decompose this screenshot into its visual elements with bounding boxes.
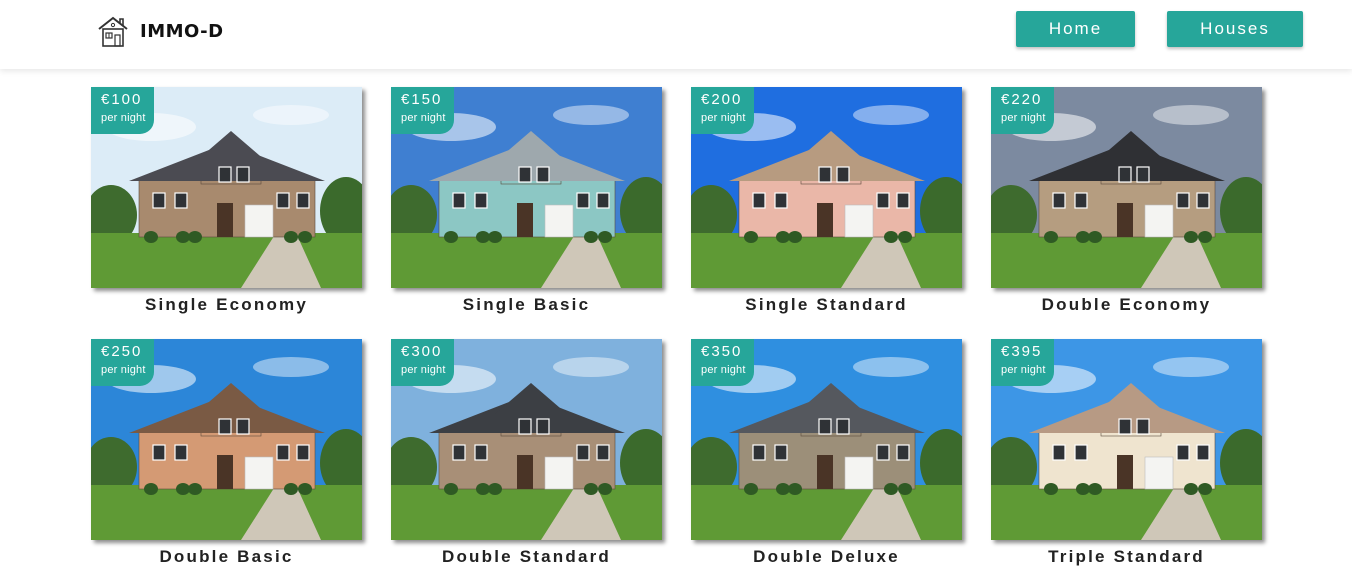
house-card-double-standard[interactable]: €300 per night Double Standard <box>391 339 662 579</box>
house-title[interactable]: Double Standard <box>391 547 662 567</box>
houses-button[interactable]: Houses <box>1167 11 1303 47</box>
price-unit: per night <box>401 112 446 124</box>
price-unit: per night <box>701 364 746 376</box>
house-card-double-basic[interactable]: €250 per night Double Basic <box>91 339 362 579</box>
price-amount: €350 <box>701 343 743 360</box>
price-amount: €220 <box>1001 91 1043 108</box>
price-amount: €200 <box>701 91 743 108</box>
price-unit: per night <box>1001 364 1046 376</box>
home-button[interactable]: Home <box>1016 11 1135 47</box>
price-badge: €200 per night <box>691 87 754 134</box>
price-badge: €220 per night <box>991 87 1054 134</box>
price-badge: €100 per night <box>91 87 154 134</box>
house-title[interactable]: Double Basic <box>91 547 362 567</box>
brand-name: IMMO-D <box>140 20 224 42</box>
house-card-single-basic[interactable]: €150 per night Single Basic <box>391 87 662 327</box>
price-unit: per night <box>701 112 746 124</box>
house-card-double-deluxe[interactable]: €350 per night Double Deluxe <box>691 339 962 579</box>
price-amount: €395 <box>1001 343 1043 360</box>
price-unit: per night <box>101 364 146 376</box>
house-title[interactable]: Single Economy <box>91 295 362 315</box>
price-amount: €300 <box>401 343 443 360</box>
price-badge: €300 per night <box>391 339 454 386</box>
house-card-single-economy[interactable]: €100 per night Single Economy <box>91 87 362 327</box>
price-amount: €100 <box>101 91 143 108</box>
price-badge: €250 per night <box>91 339 154 386</box>
house-card-single-standard[interactable]: €200 per night Single Standard <box>691 87 962 327</box>
house-title[interactable]: Triple Standard <box>991 547 1262 567</box>
brand[interactable]: IMMO-D <box>96 14 224 48</box>
house-icon <box>98 16 128 47</box>
price-badge: €150 per night <box>391 87 454 134</box>
house-title[interactable]: Single Basic <box>391 295 662 315</box>
price-unit: per night <box>401 364 446 376</box>
price-amount: €150 <box>401 91 443 108</box>
price-unit: per night <box>101 112 146 124</box>
house-title[interactable]: Double Economy <box>991 295 1262 315</box>
price-badge: €350 per night <box>691 339 754 386</box>
price-unit: per night <box>1001 112 1046 124</box>
price-amount: €250 <box>101 343 143 360</box>
house-card-double-economy[interactable]: €220 per night Double Economy <box>991 87 1262 327</box>
house-card-triple-standard[interactable]: €395 per night Triple Standard <box>991 339 1262 579</box>
house-title[interactable]: Double Deluxe <box>691 547 962 567</box>
top-navbar: IMMO-D Home Houses <box>0 0 1352 69</box>
price-badge: €395 per night <box>991 339 1054 386</box>
house-title[interactable]: Single Standard <box>691 295 962 315</box>
